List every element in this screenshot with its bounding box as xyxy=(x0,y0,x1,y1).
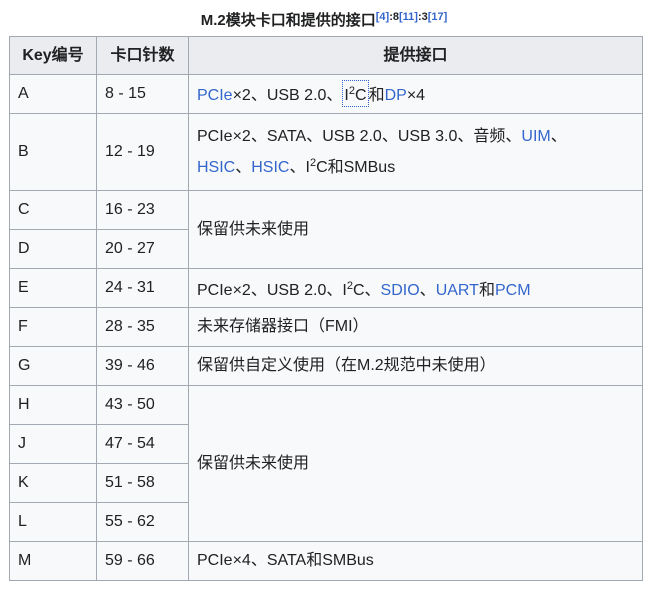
ref-link-4[interactable]: [4] xyxy=(376,11,389,23)
hsic-link-2[interactable]: HSIC xyxy=(251,159,289,176)
table-row: G 39 - 46 保留供自定义使用（在M.2规范中未使用） xyxy=(9,346,643,386)
pins-cell: 12 - 19 xyxy=(96,113,189,191)
key-cell: J xyxy=(9,424,97,464)
caption-title: M.2模块卡口和提供的接口 xyxy=(200,12,376,29)
key-cell: C xyxy=(9,190,97,230)
interface-text: 、 xyxy=(550,127,567,145)
interface-text: ×2、USB 2.0、 xyxy=(232,86,343,104)
table-row: H 43 - 50 保留供未来使用 xyxy=(9,385,643,542)
interface-text: 、 xyxy=(419,281,436,299)
interfaces-cell: 保留供自定义使用（在M.2规范中未使用） xyxy=(188,346,643,386)
key-cell: M xyxy=(9,541,97,581)
dp-link[interactable]: DP xyxy=(385,87,407,104)
header-pins: 卡口针数 xyxy=(96,36,189,75)
interfaces-cell: PCIe×2、USB 2.0、 I2C 和DP×4 xyxy=(188,74,643,114)
m2-keys-table: Key编号 卡口针数 提供接口 A 8 - 15 PCIe×2、USB 2.0、… xyxy=(9,36,643,581)
interface-text: PCIe×2、USB 2.0、I xyxy=(197,281,347,299)
key-cell: G xyxy=(9,346,97,386)
key-cell: B xyxy=(9,113,97,191)
pins-cell: 28 - 35 xyxy=(96,307,189,347)
i2c-link[interactable]: I2C xyxy=(342,79,369,107)
pins-cell: 47 - 54 xyxy=(96,424,189,464)
pins-cell: 24 - 31 xyxy=(96,268,189,308)
pins-cell: 55 - 62 xyxy=(96,502,189,542)
interfaces-cell: 保留供未来使用 xyxy=(188,385,643,542)
interface-text: C、 xyxy=(352,281,381,299)
interface-text: ×4 xyxy=(406,86,426,104)
sdio-link[interactable]: SDIO xyxy=(381,282,420,299)
table-row: A 8 - 15 PCIe×2、USB 2.0、 I2C 和DP×4 xyxy=(9,74,643,114)
interface-text: PCIe×2、SATA、USB 2.0、USB 3.0、音频、 xyxy=(197,127,522,145)
page-ref-8: :8 xyxy=(389,11,399,23)
table-row: C 16 - 23 保留供未来使用 xyxy=(9,190,643,269)
page-ref-3: :3 xyxy=(417,11,428,23)
table-row: B 12 - 19 PCIe×2、SATA、USB 2.0、USB 3.0、音频… xyxy=(9,113,643,191)
key-cell: L xyxy=(9,502,97,542)
ref-link-17[interactable]: [17] xyxy=(428,11,448,23)
header-interfaces: 提供接口 xyxy=(188,36,643,75)
pins-cell: 8 - 15 xyxy=(96,74,189,114)
pins-cell: 43 - 50 xyxy=(96,385,189,425)
interfaces-cell: 未来存储器接口（FMI） xyxy=(188,307,643,347)
interface-text: 和 xyxy=(478,281,495,299)
key-cell: A xyxy=(9,74,97,114)
key-cell: D xyxy=(9,229,97,269)
uart-link[interactable]: UART xyxy=(436,282,479,299)
table-row: M 59 - 66 PCIe×4、SATA和SMBus xyxy=(9,541,643,581)
pcie-link[interactable]: PCIe xyxy=(197,87,233,104)
interface-text: 和 xyxy=(368,86,385,104)
key-cell: E xyxy=(9,268,97,308)
key-cell: F xyxy=(9,307,97,347)
interface-text: C和SMBus xyxy=(316,158,396,176)
i2c-c: C xyxy=(355,86,367,104)
uim-link[interactable]: UIM xyxy=(521,128,550,145)
pins-cell: 20 - 27 xyxy=(96,229,189,269)
interfaces-cell: PCIe×4、SATA和SMBus xyxy=(188,541,643,581)
pcm-link[interactable]: PCM xyxy=(495,282,531,299)
pins-cell: 51 - 58 xyxy=(96,463,189,503)
table-caption: M.2模块卡口和提供的接口[4]:8[11]:3[17] xyxy=(0,4,648,34)
interfaces-cell: PCIe×2、SATA、USB 2.0、USB 3.0、音频、UIM、 HSIC、… xyxy=(188,113,643,191)
interface-text: 、 xyxy=(235,158,252,176)
header-row: Key编号 卡口针数 提供接口 xyxy=(9,36,643,75)
pins-cell: 16 - 23 xyxy=(96,190,189,230)
hsic-link[interactable]: HSIC xyxy=(197,159,235,176)
key-cell: H xyxy=(9,385,97,425)
interface-text: 、 xyxy=(289,158,306,176)
table-row: F 28 - 35 未来存储器接口（FMI） xyxy=(9,307,643,347)
header-key: Key编号 xyxy=(9,36,97,75)
pins-cell: 59 - 66 xyxy=(96,541,189,581)
table-row: E 24 - 31 PCIe×2、USB 2.0、I2C、SDIO、UART和P… xyxy=(9,268,643,308)
pins-cell: 39 - 46 xyxy=(96,346,189,386)
key-cell: K xyxy=(9,463,97,503)
ref-link-11[interactable]: [11] xyxy=(399,11,418,23)
interfaces-cell: PCIe×2、USB 2.0、I2C、SDIO、UART和PCM xyxy=(188,268,643,308)
interfaces-cell: 保留供未来使用 xyxy=(188,190,643,269)
